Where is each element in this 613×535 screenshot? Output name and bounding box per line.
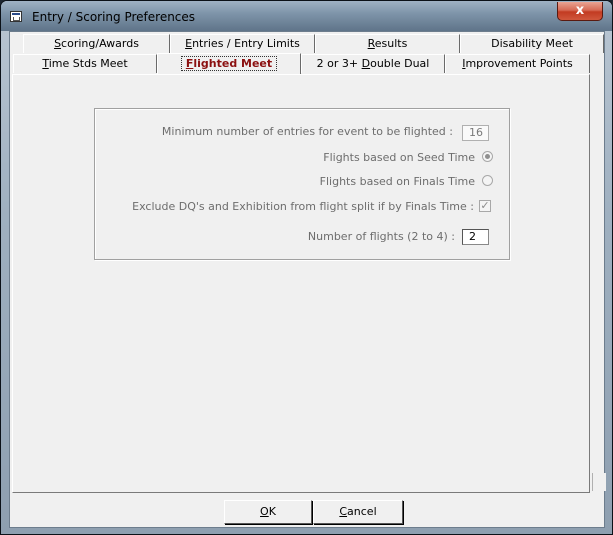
ok-button[interactable]: OK (224, 500, 312, 524)
tab-label: ime Stds Meet (48, 57, 128, 70)
app-icon (10, 11, 22, 22)
button-mnemonic: C (339, 505, 348, 518)
num-flights-field[interactable]: 2 (462, 229, 489, 245)
tab-label: esults (374, 37, 408, 50)
tab-results[interactable]: Results (315, 34, 460, 53)
min-entries-label: Minimum number of entries for event to b… (161, 125, 453, 138)
tab-label: coring/Awards (61, 37, 139, 50)
tab-label: ntries / Entry Limits (192, 37, 300, 50)
tab-label-active: Flighted Meet (180, 56, 278, 71)
tab-disability-meet[interactable]: Disability Meet (460, 34, 604, 53)
tab-scoring-awards[interactable]: Scoring/Awards (23, 34, 170, 53)
num-flights-label: Number of flights (2 to 4) : (307, 230, 455, 243)
tab-mnemonic: R (367, 37, 375, 50)
tab-label: 2 or 3+ (316, 57, 362, 70)
tab-time-stds-meet[interactable]: Time Stds Meet (13, 54, 157, 73)
close-button[interactable]: x (557, 2, 603, 21)
exclude-dq-label: Exclude DQ's and Exhibition from flight … (132, 200, 474, 213)
tab-entries-entry-limits[interactable]: Entries / Entry Limits (170, 34, 315, 53)
tab-mnemonic: D (361, 57, 371, 70)
window-title: Entry / Scoring Preferences (32, 10, 196, 24)
tab-improvement-points[interactable]: Improvement Points (445, 54, 590, 73)
button-label: ancel (347, 505, 377, 518)
tab-label: ouble Dual (370, 57, 430, 70)
resize-grip[interactable] (592, 473, 606, 491)
min-entries-field[interactable]: 16 (462, 125, 489, 141)
tab-double-dual[interactable]: 2 or 3+ Double Dual (301, 54, 445, 73)
button-mnemonic: O (260, 505, 269, 518)
finals-time-radio[interactable] (482, 175, 493, 186)
seed-time-radio[interactable] (482, 151, 493, 162)
seed-time-label: Flights based on Seed Time (323, 151, 475, 164)
tab-mnemonic: S (54, 37, 62, 50)
tab-label: Disability Meet (491, 37, 573, 50)
finals-time-label: Flights based on Finals Time (319, 175, 475, 188)
title-bar[interactable]: Entry / Scoring Preferences x (1, 1, 612, 31)
exclude-dq-checkbox[interactable]: ✓ (479, 200, 491, 212)
tab-label: mprovement Points (465, 57, 573, 70)
tab-label: lighted Meet (193, 57, 273, 70)
dialog-window: Entry / Scoring Preferences x Scoring/Aw… (0, 0, 613, 535)
cancel-button[interactable]: Cancel (313, 500, 403, 524)
tab-flighted-meet[interactable]: Flighted Meet (157, 53, 301, 74)
button-label: K (268, 505, 276, 518)
